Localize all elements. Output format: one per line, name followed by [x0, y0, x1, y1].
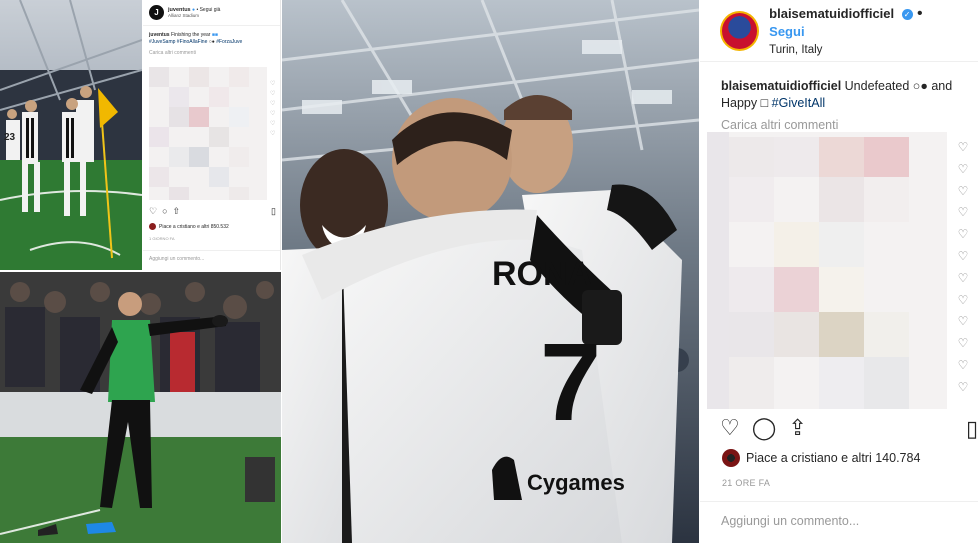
mini-follow-status[interactable]: • Segui già	[196, 7, 220, 13]
mini-emoji-circles: ○●	[208, 39, 215, 45]
heart-icon[interactable]: ♡	[955, 293, 971, 315]
comment-heart-column: ♡ ♡ ♡ ♡ ♡ ♡ ♡ ♡ ♡ ♡ ♡ ♡	[955, 140, 971, 402]
heart-icon[interactable]: ♡	[270, 130, 278, 140]
header-username[interactable]: blaisematuidiofficiel	[769, 6, 894, 21]
bookmark-icon[interactable]: ▯	[271, 206, 276, 217]
likes-row: Piace a cristiano e altri 140.784	[722, 449, 920, 467]
mini-load-more-comments[interactable]: Carica altri commenti	[143, 48, 280, 58]
heart-icon[interactable]: ♡	[270, 80, 278, 90]
mini-likes-row: Piace a cristiano e altri 850.532	[149, 223, 229, 230]
mini-caption: juventus Finishing the year ■■ #JuveSamp…	[143, 26, 280, 48]
post-action-bar: ♡ ◯ ⇪	[720, 416, 807, 440]
mini-emoji-badges: ■■	[211, 32, 218, 38]
heart-icon[interactable]: ♡	[955, 184, 971, 206]
heart-icon[interactable]: ♡	[955, 380, 971, 402]
share-icon[interactable]: ⇧	[173, 206, 181, 217]
likes-text[interactable]: Piace a cristiano e altri 140.784	[746, 451, 920, 465]
caption-hashtag[interactable]: #GiveItAll	[772, 96, 826, 110]
mini-caption-hashtags[interactable]: #JuveSamp #FinoAllaFine	[149, 39, 207, 45]
juventus-avatar[interactable]: J	[149, 5, 164, 20]
heart-icon[interactable]: ♡	[955, 205, 971, 227]
mini-post-header: J juventus ● • Segui già Allianz Stadium	[143, 0, 280, 26]
instagram-post-sidebar: blaisematuidiofficiel ✓ • Segui Turin, I…	[700, 0, 978, 543]
profile-avatar[interactable]	[720, 10, 760, 51]
heart-icon[interactable]: ♡	[955, 249, 971, 271]
follow-button[interactable]: Segui	[769, 24, 804, 39]
mini-caption-user[interactable]: juventus	[149, 32, 170, 38]
collage: 23 J juventus ● • Segui già Allianz Stad…	[0, 0, 978, 543]
post-caption: blaisematuidiofficiel Undefeated ○● and …	[721, 78, 971, 112]
heart-icon[interactable]: ♡	[955, 314, 971, 336]
heart-icon[interactable]: ♡	[955, 336, 971, 358]
team-hug-photo: RONA 7 Cygames	[282, 0, 699, 543]
follow-separator: •	[917, 5, 923, 22]
heart-icon[interactable]: ♡	[270, 100, 278, 110]
heart-icon[interactable]: ♡	[955, 358, 971, 380]
share-icon[interactable]: ⇪	[788, 416, 806, 440]
liker-avatar[interactable]	[722, 449, 740, 467]
blurred-comments	[707, 132, 947, 409]
bookmark-icon[interactable]: ▯	[966, 416, 978, 442]
heart-icon[interactable]: ♡	[149, 206, 157, 217]
heart-icon[interactable]: ♡	[955, 227, 971, 249]
heart-icon[interactable]: ♡	[270, 110, 278, 120]
bib-player-photo	[0, 272, 281, 543]
shirt-number-text: 7	[540, 321, 601, 444]
heart-icon[interactable]: ♡	[720, 416, 740, 440]
shirt-name-text: RONA	[492, 255, 592, 293]
mini-timestamp: 1 GIORNO FA	[149, 236, 175, 241]
post-location[interactable]: Turin, Italy	[769, 44, 958, 56]
mini-action-bar: ♡ ○ ⇧	[149, 206, 180, 217]
mini-caption-hashtag2[interactable]: #ForzaJuve	[216, 39, 242, 45]
caption-username[interactable]: blaisematuidiofficiel	[721, 79, 841, 93]
verified-badge-icon: ✓	[901, 9, 913, 20]
load-more-comments-link[interactable]: Carica altri commenti	[721, 118, 838, 132]
post-header: blaisematuidiofficiel ✓ • Segui Turin, I…	[700, 0, 978, 62]
heart-icon[interactable]: ♡	[955, 271, 971, 293]
mini-comment-heart-column: ♡ ♡ ♡ ♡ ♡ ♡	[270, 80, 278, 140]
liker-avatar[interactable]	[149, 223, 156, 230]
mini-instagram-post: J juventus ● • Segui già Allianz Stadium…	[143, 0, 281, 270]
small-shirt-number: 23	[4, 132, 16, 143]
celebration-photo: 23	[0, 0, 142, 270]
add-comment-input[interactable]: Aggiungi un commento...	[700, 501, 978, 543]
heart-icon[interactable]: ♡	[955, 162, 971, 184]
sponsor-text: Cygames	[527, 470, 625, 495]
mini-location[interactable]: Allianz Stadium	[168, 13, 220, 18]
post-timestamp: 21 ORE FA	[722, 478, 771, 488]
comment-icon[interactable]: ◯	[752, 416, 777, 440]
mini-likes-text[interactable]: Piace a cristiano e altri 850.532	[159, 224, 229, 230]
heart-icon[interactable]: ♡	[270, 90, 278, 100]
mini-blurred-comments	[149, 67, 267, 200]
heart-icon[interactable]: ♡	[270, 120, 278, 130]
heart-icon[interactable]: ♡	[955, 140, 971, 162]
mini-add-comment-input[interactable]: Aggiungi un commento...	[143, 250, 280, 267]
mini-caption-text: Finishing the year	[170, 32, 211, 38]
comment-icon[interactable]: ○	[162, 206, 167, 217]
